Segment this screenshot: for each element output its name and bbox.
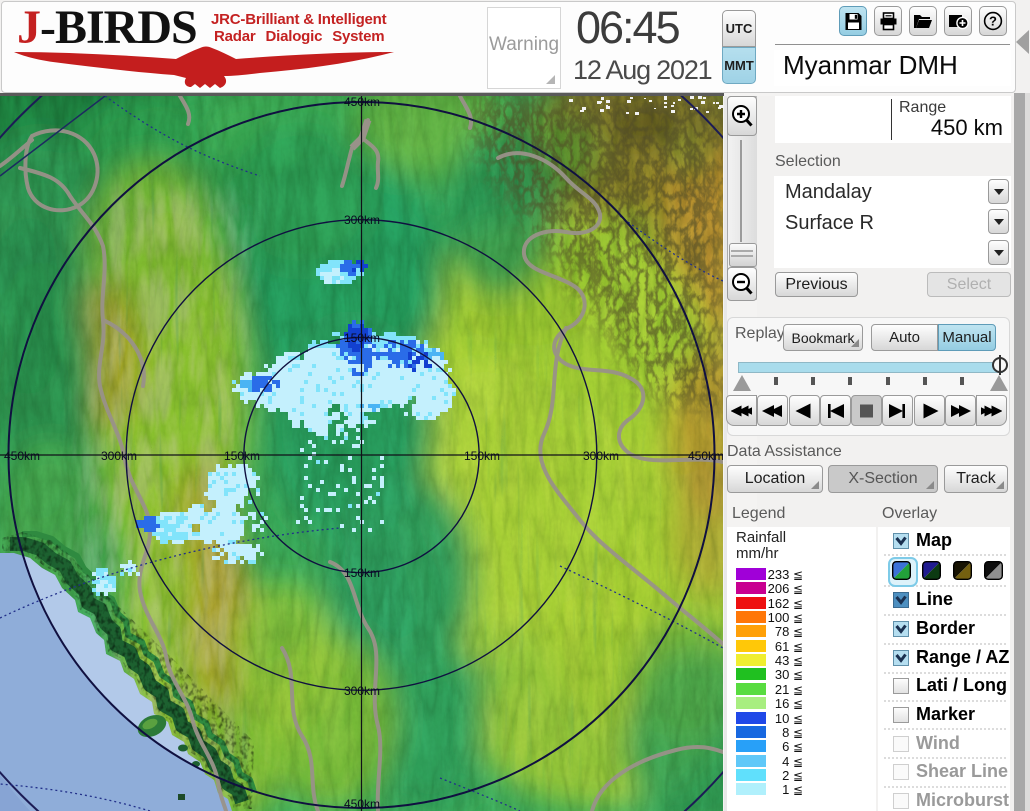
svg-text:300km: 300km	[101, 449, 137, 463]
svg-text:?: ?	[989, 14, 997, 29]
svg-text:450km: 450km	[4, 449, 40, 463]
svg-text:150km: 150km	[344, 331, 380, 345]
svg-text:150km: 150km	[224, 449, 260, 463]
svg-text:300km: 300km	[344, 213, 380, 227]
svg-text:450km: 450km	[688, 449, 723, 463]
svg-text:300km: 300km	[583, 449, 619, 463]
svg-text:150km: 150km	[344, 566, 380, 580]
svg-text:450km: 450km	[344, 797, 380, 811]
svg-text:300km: 300km	[344, 684, 380, 698]
svg-text:150km: 150km	[464, 449, 500, 463]
svg-text:450km: 450km	[344, 96, 380, 109]
